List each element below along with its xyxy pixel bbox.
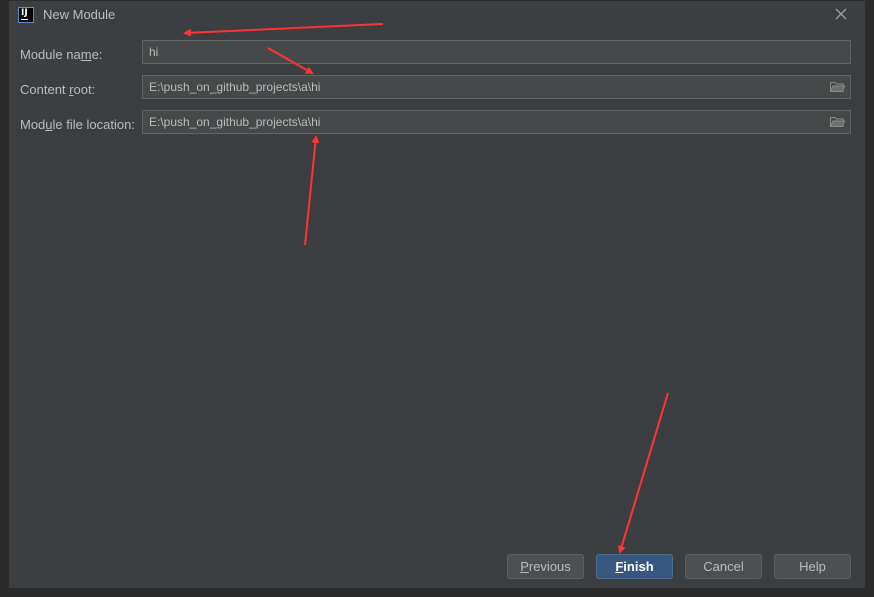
new-module-dialog: IJ New Module Module name: hi Content ro… [8,0,866,589]
finish-button[interactable]: Finish [596,554,673,579]
module-file-location-label: Module file location: [20,117,135,132]
browse-folder-icon[interactable] [830,116,845,128]
cancel-button[interactable]: Cancel [685,554,762,579]
dialog-title: New Module [43,7,116,22]
content-root-input[interactable]: E:\push_on_github_projects\a\hi [142,75,851,99]
content-root-value: E:\push_on_github_projects\a\hi [149,80,321,94]
app-icon-text: IJ [21,8,28,18]
module-name-input[interactable]: hi [142,40,851,64]
browse-folder-icon[interactable] [830,81,845,93]
module-file-location-input[interactable]: E:\push_on_github_projects\a\hi [142,110,851,134]
help-button[interactable]: Help [774,554,851,579]
intellij-app-icon: IJ [18,7,34,23]
module-name-value: hi [149,45,159,59]
title-bar: IJ New Module [9,1,865,31]
module-file-location-value: E:\push_on_github_projects\a\hi [149,115,321,129]
content-root-label: Content root: [20,82,96,97]
close-icon[interactable] [833,6,849,22]
previous-button[interactable]: Previous [507,554,584,579]
module-name-label: Module name: [20,47,103,62]
